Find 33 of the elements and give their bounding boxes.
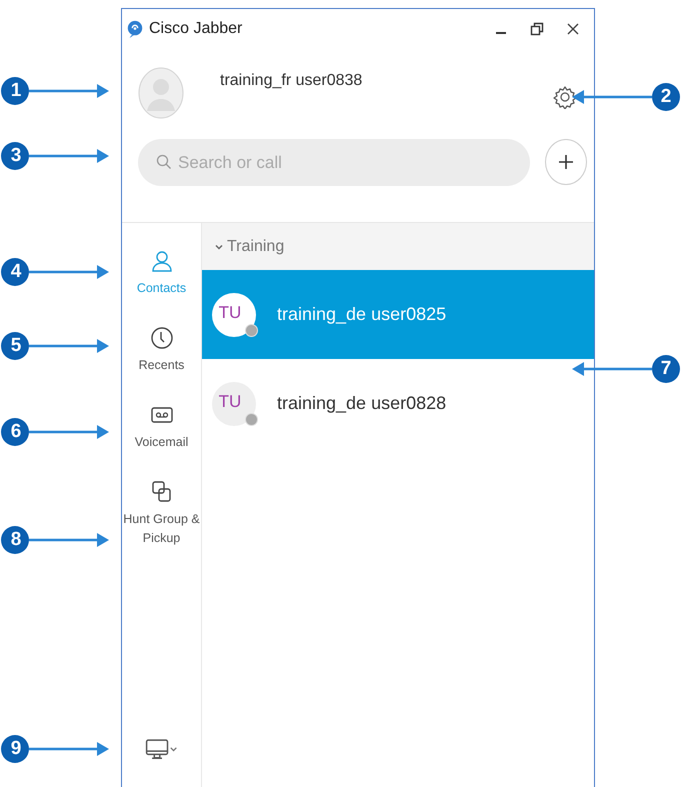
callout-number: 2 xyxy=(660,85,672,109)
search-icon xyxy=(156,154,172,170)
app-logo-icon xyxy=(126,19,144,39)
callout-number: 9 xyxy=(10,737,22,761)
callout-number: 1 xyxy=(10,79,22,103)
sidebar-tab[interactable]: Recents xyxy=(122,322,200,379)
sidebar-tab[interactable]: Hunt Group & Pickup xyxy=(122,476,200,552)
search-field[interactable]: Search or call xyxy=(138,139,530,186)
presence-dot xyxy=(245,324,258,336)
group-header[interactable]: Training xyxy=(202,223,594,270)
presence-dot xyxy=(245,412,258,426)
callout-number: 6 xyxy=(10,420,22,444)
callout-number: 4 xyxy=(10,260,22,284)
callout-number: 3 xyxy=(10,144,22,168)
contact-name: training_de user0825 xyxy=(277,304,446,325)
contact-avatar: TU xyxy=(212,382,256,426)
clock-icon xyxy=(150,326,174,350)
contact-avatar: TU xyxy=(212,292,256,336)
plus-icon xyxy=(558,154,574,170)
window-title: Cisco Jabber xyxy=(149,20,244,38)
settings-icon[interactable] xyxy=(553,85,577,109)
user-name: training_fr user0838 xyxy=(220,72,364,90)
callout-number: 5 xyxy=(10,334,22,358)
add-button[interactable] xyxy=(545,139,587,185)
close-icon[interactable] xyxy=(566,22,580,36)
contact-name: training_de user0828 xyxy=(277,393,446,414)
person-icon xyxy=(150,249,174,273)
callout-number: 8 xyxy=(10,528,22,552)
callout-number: 7 xyxy=(660,357,672,381)
maximize-icon[interactable] xyxy=(530,22,544,36)
overlapping-squares-icon xyxy=(150,480,174,504)
contact-row[interactable]: TU training_de user0825 xyxy=(202,270,594,359)
sidebar-tab[interactable]: Voicemail xyxy=(122,399,200,456)
